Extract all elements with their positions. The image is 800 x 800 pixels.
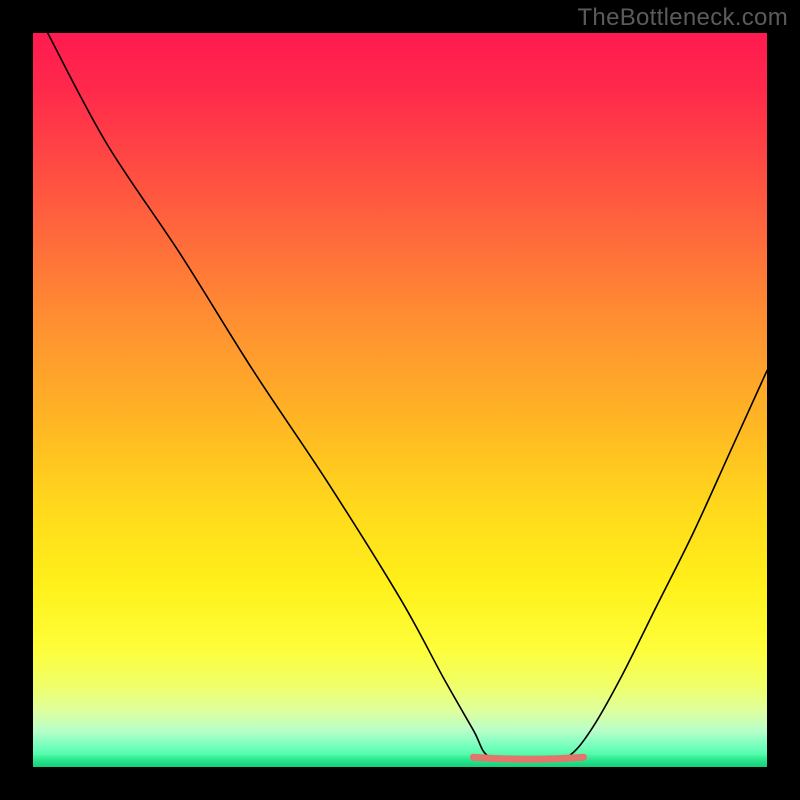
chart-frame: TheBottleneck.com bbox=[0, 0, 800, 800]
plot-area bbox=[33, 33, 767, 767]
curve-layer bbox=[33, 33, 767, 767]
valley-highlight bbox=[473, 757, 583, 759]
watermark-text: TheBottleneck.com bbox=[577, 4, 788, 32]
bottleneck-curve bbox=[48, 33, 767, 760]
